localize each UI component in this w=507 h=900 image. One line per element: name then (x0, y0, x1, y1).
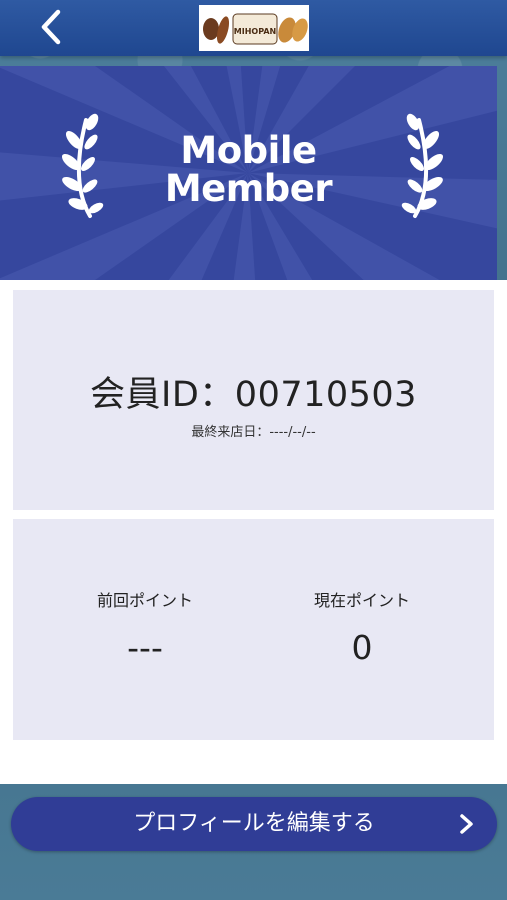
edit-profile-button[interactable]: プロフィールを編集する (11, 797, 497, 851)
laurel-right-icon (395, 112, 445, 222)
member-id: 会員ID：00710503 (90, 375, 417, 415)
chevron-right-icon (460, 814, 473, 834)
laurel-left-icon (60, 112, 110, 222)
previous-points-value: --- (127, 628, 163, 667)
current-points-value: 0 (351, 628, 373, 667)
previous-points-label: 前回ポイント (96, 591, 193, 610)
current-points-label: 現在ポイント (313, 591, 410, 610)
last-visit-date: 最終来店日：----/--/-- (191, 425, 316, 440)
top-navigation-bar: MIHOPAN (0, 0, 507, 56)
svg-text:MIHOPAN: MIHOPAN (234, 27, 276, 36)
store-logo: MIHOPAN (199, 5, 309, 51)
edit-profile-label: プロフィールを編集する (133, 811, 375, 836)
store-logo-icon: MIHOPAN (199, 5, 309, 51)
app-screen: MIHOPAN Mobile Member 会員ID：00710503 最終来店… (0, 0, 507, 900)
back-button[interactable] (30, 4, 76, 50)
chevron-left-icon (41, 9, 61, 45)
